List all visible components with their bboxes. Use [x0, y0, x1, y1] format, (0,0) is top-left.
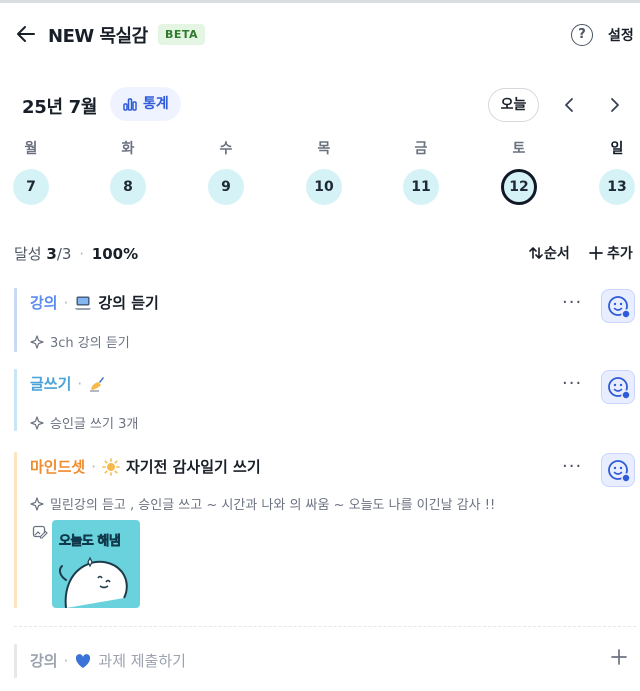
stats-button[interactable]: 통계: [110, 87, 181, 121]
task-title-row: 마인드셋 · 자기전 감사일기 쓰기: [30, 456, 261, 477]
weekday-label: 월: [24, 141, 38, 157]
date-circle[interactable]: 10: [306, 169, 342, 205]
task-note-text: 승인글 쓰기 3개: [50, 417, 139, 432]
month-label: 25년 7월: [22, 97, 98, 118]
task-name: 강의 듣기: [98, 294, 159, 312]
day-sat[interactable]: 토 12: [499, 138, 539, 205]
more-options-icon[interactable]: ···: [562, 456, 582, 477]
pending-task-item[interactable]: 강의 · 과제 제출하기: [14, 644, 636, 678]
day-thu[interactable]: 목 10: [304, 138, 344, 205]
today-button[interactable]: 오늘: [488, 88, 539, 122]
task-note: 3ch 강의 듣기: [30, 332, 130, 351]
task-item[interactable]: 글쓰기 · 승인글 쓰기 3개 ···: [14, 369, 636, 432]
task-color-bar: [14, 452, 17, 608]
weekday-label: 목: [317, 141, 331, 157]
add-label: 추가: [607, 246, 633, 262]
smile-face-icon: [608, 377, 631, 400]
date-circle[interactable]: 7: [13, 169, 49, 205]
page-title: NEW 목실감: [48, 26, 148, 47]
task-color-bar: [14, 369, 17, 431]
task-color-bar: [14, 644, 17, 678]
settings-button[interactable]: 설정: [608, 25, 634, 45]
separator-dot: ·: [91, 457, 96, 476]
day-mon[interactable]: 월 7: [11, 138, 51, 205]
top-border: [0, 0, 640, 3]
add-task-plus-icon[interactable]: [610, 648, 628, 666]
separator-dot: ·: [63, 293, 69, 312]
task-category: 글쓰기: [30, 375, 72, 393]
order-label: 순서: [544, 246, 570, 262]
day-tue[interactable]: 화 8: [108, 138, 148, 205]
date-circle[interactable]: 11: [403, 169, 439, 205]
date-circle-selected[interactable]: 12: [501, 169, 537, 205]
task-note: 승인글 쓰기 3개: [30, 413, 138, 432]
writing-hand-icon: [90, 376, 105, 391]
smile-face-icon: [608, 460, 631, 483]
section-divider: [14, 626, 636, 627]
chevron-right-icon[interactable]: [604, 95, 624, 115]
task-color-bar: [14, 288, 17, 352]
ghost-character-icon: [58, 556, 128, 608]
order-button[interactable]: 순서: [528, 243, 570, 263]
progress-percent: 100%: [91, 245, 139, 263]
sticker-image[interactable]: 오늘도 해냄: [52, 520, 140, 608]
plus-icon: [589, 246, 603, 260]
more-options-icon[interactable]: ···: [562, 373, 582, 394]
sparkle-icon: [30, 496, 44, 511]
progress-total: /3: [56, 245, 72, 263]
sparkle-icon: [30, 334, 44, 349]
back-arrow-icon[interactable]: [14, 22, 38, 46]
laptop-icon: [75, 296, 92, 310]
day-fri[interactable]: 금 11: [401, 138, 441, 205]
task-category: 마인드셋: [30, 458, 86, 476]
blue-heart-icon: [76, 653, 91, 668]
photo-edit-icon[interactable]: [32, 524, 48, 540]
task-category: 강의: [30, 652, 58, 670]
progress-summary: 달성 3/3 · 100%: [14, 243, 138, 264]
date-circle[interactable]: 13: [599, 169, 635, 205]
separator-dot: ·: [79, 245, 84, 263]
emotion-button[interactable]: [601, 453, 635, 487]
weekday-label: 금: [414, 141, 428, 157]
sun-icon: [102, 457, 120, 476]
task-note-text: 밀린강의 듣고 , 승인글 쓰고 ~ 시간과 나와 의 싸움 ~ 오늘도 나를 …: [50, 498, 496, 513]
weekday-label: 토: [512, 141, 526, 157]
date-circle[interactable]: 9: [208, 169, 244, 205]
task-item[interactable]: 강의 · 강의 듣기 3ch 강의 듣기 ···: [14, 288, 636, 352]
smile-face-icon: [608, 296, 631, 319]
emotion-button[interactable]: [601, 289, 635, 323]
sparkle-icon: [30, 415, 44, 430]
bar-chart-icon: [123, 98, 137, 111]
weekday-label: 화: [121, 141, 135, 157]
progress-label: 달성: [14, 245, 42, 263]
separator-dot: ·: [63, 651, 69, 670]
emotion-button[interactable]: [601, 370, 635, 404]
day-sun[interactable]: 일 13: [597, 138, 637, 205]
weekday-label: 일: [610, 141, 624, 157]
more-options-icon[interactable]: ···: [562, 292, 582, 313]
week-strip: 월 7 화 8 수 9 목 10 금 11 토 12 일 13: [0, 138, 640, 208]
task-title-row: 강의 · 강의 듣기: [30, 292, 159, 313]
help-icon[interactable]: ?: [571, 24, 593, 46]
separator-dot: ·: [77, 374, 83, 393]
task-note: 밀린강의 듣고 , 승인글 쓰고 ~ 시간과 나와 의 싸움 ~ 오늘도 나를 …: [30, 494, 495, 513]
day-wed[interactable]: 수 9: [206, 138, 246, 205]
task-title-row: 강의 · 과제 제출하기: [30, 650, 186, 671]
task-name: 자기전 감사일기 쓰기: [125, 458, 261, 476]
task-category: 강의: [30, 294, 58, 312]
chevron-left-icon[interactable]: [560, 95, 580, 115]
task-title-row: 글쓰기 ·: [30, 373, 112, 394]
sort-arrows-icon: [529, 247, 543, 259]
progress-done: 3: [46, 245, 57, 263]
add-button[interactable]: 추가: [588, 243, 633, 263]
app-header: NEW 목실감 BETA ? 설정: [0, 14, 640, 56]
weekday-label: 수: [219, 141, 233, 157]
date-circle[interactable]: 8: [110, 169, 146, 205]
stats-label: 통계: [143, 96, 169, 112]
task-note-text: 3ch 강의 듣기: [50, 336, 130, 351]
beta-badge: BETA: [158, 24, 206, 45]
task-name: 과제 제출하기: [98, 652, 186, 670]
